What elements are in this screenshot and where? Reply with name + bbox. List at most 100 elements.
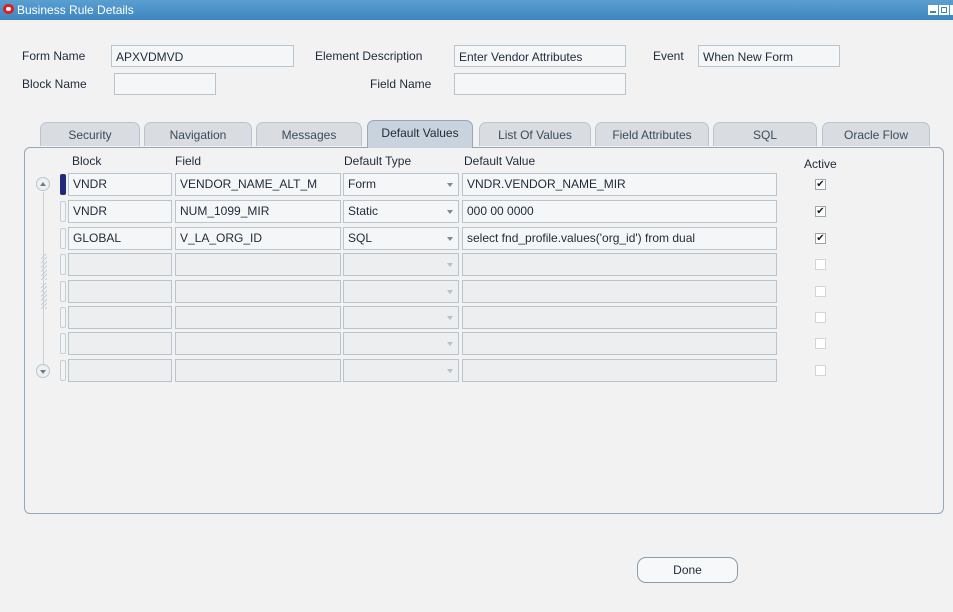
default-type-select[interactable]: Static: [343, 200, 459, 223]
row-selector[interactable]: [60, 174, 66, 195]
form-name-field[interactable]: APXVDMVD: [111, 45, 294, 67]
field-cell[interactable]: NUM_1099_MIR: [175, 200, 341, 223]
row-selector[interactable]: [60, 360, 66, 381]
block-cell[interactable]: [68, 280, 172, 303]
active-checkbox[interactable]: ✔: [815, 179, 826, 190]
field-name-field[interactable]: [454, 73, 626, 95]
row-selector[interactable]: [60, 228, 66, 249]
active-checkbox[interactable]: ✔: [815, 206, 826, 217]
tab-field-attributes[interactable]: Field Attributes: [595, 122, 709, 146]
active-checkbox[interactable]: [815, 259, 826, 270]
default-value-cell-text: 000 00 0000: [467, 204, 534, 218]
chevron-down-icon[interactable]: [447, 342, 453, 346]
tab-default-values[interactable]: Default Values: [367, 120, 473, 148]
block-cell-text: VNDR: [73, 177, 108, 191]
default-type-select[interactable]: [343, 280, 459, 303]
column-header-block: Block: [72, 154, 102, 168]
done-button[interactable]: Done: [637, 557, 738, 583]
row-selector[interactable]: [60, 307, 66, 328]
oracle-logo-icon: [3, 4, 14, 14]
tab-security[interactable]: Security: [40, 122, 140, 146]
active-checkbox[interactable]: [815, 286, 826, 297]
scrollbar-grip-icon[interactable]: [41, 254, 47, 280]
default-type-select[interactable]: [343, 306, 459, 329]
scroll-up-icon[interactable]: [36, 177, 50, 191]
event-label: Event: [653, 49, 684, 63]
default-value-cell[interactable]: select fnd_profile.values('org_id') from…: [462, 227, 777, 250]
default-value-cell[interactable]: [462, 359, 777, 382]
default-type-select-text: SQL: [348, 231, 373, 245]
tab-navigation[interactable]: Navigation: [144, 122, 252, 146]
chevron-down-icon[interactable]: [447, 183, 453, 187]
default-type-select[interactable]: [343, 359, 459, 382]
tab-oracle-flow[interactable]: Oracle Flow: [822, 122, 930, 146]
active-checkbox[interactable]: [815, 365, 826, 376]
column-header-field: Field: [175, 154, 202, 168]
scroll-down-icon[interactable]: [36, 364, 50, 378]
default-type-select-text: Form: [348, 177, 376, 191]
tab-sql[interactable]: SQL: [713, 122, 817, 146]
row-selector[interactable]: [60, 281, 66, 302]
default-value-cell[interactable]: [462, 253, 777, 276]
default-type-select[interactable]: [343, 253, 459, 276]
block-cell[interactable]: [68, 332, 172, 355]
form-name-label: Form Name: [22, 49, 86, 63]
minimize-icon[interactable]: [928, 5, 938, 15]
divider: [793, 6, 794, 7]
maximize-icon[interactable]: [939, 5, 949, 15]
element-description-field[interactable]: Enter Vendor Attributes: [454, 45, 626, 67]
chevron-down-icon[interactable]: [447, 369, 453, 373]
block-cell[interactable]: VNDR: [68, 200, 172, 223]
chevron-down-icon[interactable]: [447, 290, 453, 294]
chevron-down-icon[interactable]: [447, 210, 453, 214]
field-cell-text: V_LA_ORG_ID: [180, 231, 263, 245]
field-cell[interactable]: [175, 359, 341, 382]
default-value-cell[interactable]: 000 00 0000: [462, 200, 777, 223]
default-type-select-text: Static: [348, 204, 379, 218]
field-cell[interactable]: [175, 280, 341, 303]
default-value-cell[interactable]: [462, 280, 777, 303]
tab-list-of-values[interactable]: List Of Values: [479, 122, 591, 146]
default-type-select[interactable]: SQL: [343, 227, 459, 250]
column-header-default-type: Default Type: [344, 154, 412, 168]
block-name-field[interactable]: [114, 73, 216, 95]
default-value-cell-text: VNDR.VENDOR_NAME_MIR: [467, 177, 626, 191]
block-cell[interactable]: GLOBAL: [68, 227, 172, 250]
column-header-active: Active: [804, 157, 837, 171]
active-checkbox[interactable]: [815, 338, 826, 349]
row-selector[interactable]: [60, 254, 66, 275]
tab-messages[interactable]: Messages: [256, 122, 362, 146]
element-description-label: Element Description: [315, 49, 423, 63]
block-cell[interactable]: [68, 253, 172, 276]
default-value-cell[interactable]: [462, 306, 777, 329]
divider: [838, 6, 839, 7]
active-checkbox[interactable]: ✔: [815, 233, 826, 244]
row-selector[interactable]: [60, 201, 66, 222]
field-cell-text: VENDOR_NAME_ALT_M: [180, 177, 318, 191]
active-checkbox[interactable]: [815, 312, 826, 323]
block-cell[interactable]: [68, 306, 172, 329]
default-value-cell[interactable]: VNDR.VENDOR_NAME_MIR: [462, 173, 777, 196]
field-cell[interactable]: [175, 306, 341, 329]
column-header-default-value: Default Value: [464, 154, 536, 168]
field-cell-text: NUM_1099_MIR: [180, 204, 270, 218]
field-cell[interactable]: VENDOR_NAME_ALT_M: [175, 173, 341, 196]
default-value-cell-text: select fnd_profile.values('org_id') from…: [467, 231, 696, 245]
chevron-down-icon[interactable]: [447, 316, 453, 320]
field-cell[interactable]: [175, 253, 341, 276]
block-cell-text: VNDR: [73, 204, 108, 218]
default-type-select[interactable]: Form: [343, 173, 459, 196]
block-cell[interactable]: [68, 359, 172, 382]
chevron-down-icon[interactable]: [447, 263, 453, 267]
block-cell[interactable]: VNDR: [68, 173, 172, 196]
field-cell[interactable]: V_LA_ORG_ID: [175, 227, 341, 250]
row-selector[interactable]: [60, 333, 66, 354]
default-type-select[interactable]: [343, 332, 459, 355]
field-name-label: Field Name: [370, 77, 432, 91]
event-field[interactable]: When New Form: [698, 45, 840, 67]
chevron-down-icon[interactable]: [447, 237, 453, 241]
default-value-cell[interactable]: [462, 332, 777, 355]
field-cell[interactable]: [175, 332, 341, 355]
scrollbar-grip-icon[interactable]: [41, 283, 47, 309]
block-cell-text: GLOBAL: [73, 231, 122, 245]
